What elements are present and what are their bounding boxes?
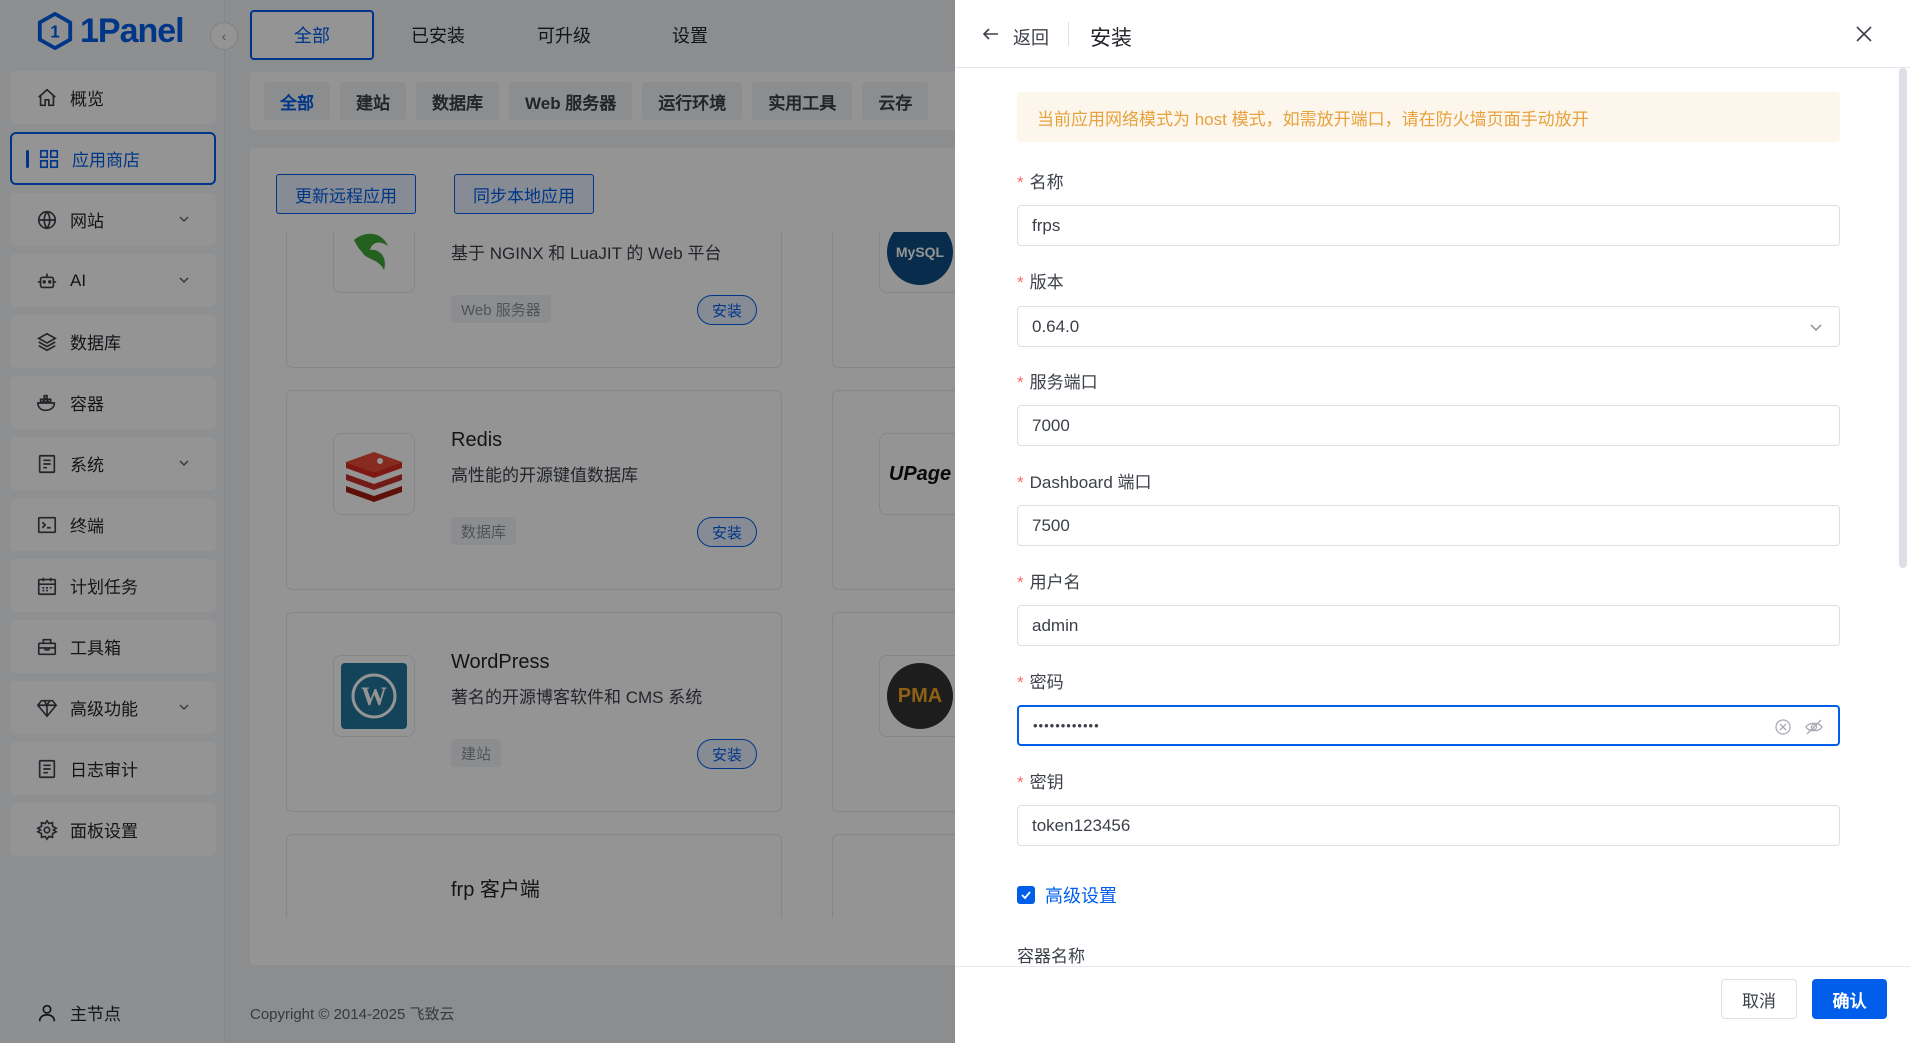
password-masked-value: •••••••••••• xyxy=(1033,718,1100,733)
host-mode-alert: 当前应用网络模式为 host 模式，如需放开端口，请在防火墙页面手动放开 xyxy=(1017,92,1840,142)
required-mark: * xyxy=(1017,273,1024,292)
close-icon[interactable] xyxy=(1854,24,1874,44)
dashboard-port-input[interactable] xyxy=(1032,515,1732,536)
service-port-label: * 服务端口 xyxy=(1017,368,1098,393)
container-name-label: 容器名称 xyxy=(1017,947,1085,966)
version-select[interactable]: 0.64.0 xyxy=(1017,306,1840,347)
password-label-text: 密码 xyxy=(1029,673,1064,692)
name-input[interactable] xyxy=(1032,215,1732,236)
eye-off-icon[interactable] xyxy=(1804,718,1824,736)
required-mark: * xyxy=(1017,673,1024,692)
token-label: * 密钥 xyxy=(1017,768,1064,793)
token-input[interactable] xyxy=(1032,815,1732,836)
service-port-label-text: 服务端口 xyxy=(1029,373,1098,392)
password-label: * 密码 xyxy=(1017,668,1064,693)
required-mark: * xyxy=(1017,473,1024,492)
drawer-scrollbar[interactable] xyxy=(1899,68,1907,568)
clear-icon[interactable] xyxy=(1774,718,1792,736)
header-divider xyxy=(1068,22,1069,46)
advanced-settings-toggle[interactable]: 高级设置 xyxy=(1017,882,1117,908)
modal-overlay[interactable] xyxy=(0,0,955,1043)
drawer-header: 返回 安装 xyxy=(955,0,1910,68)
checkmark-icon xyxy=(1021,891,1031,900)
name-label-text: 名称 xyxy=(1029,173,1064,192)
service-port-field[interactable] xyxy=(1017,405,1840,446)
required-mark: * xyxy=(1017,573,1024,592)
service-port-input[interactable] xyxy=(1032,415,1732,436)
token-label-text: 密钥 xyxy=(1029,773,1064,792)
dashboard-port-label-text: Dashboard 端口 xyxy=(1029,473,1152,492)
install-drawer: 返回 安装 当前应用网络模式为 host 模式，如需放开端口，请在防火墙页面手动… xyxy=(955,0,1910,1043)
username-label: * 用户名 xyxy=(1017,568,1081,593)
required-mark: * xyxy=(1017,173,1024,192)
name-label: * 名称 xyxy=(1017,168,1064,193)
username-input[interactable] xyxy=(1032,615,1732,636)
confirm-button[interactable]: 确认 xyxy=(1812,979,1887,1019)
advanced-settings-label: 高级设置 xyxy=(1045,886,1117,906)
dashboard-port-label: * Dashboard 端口 xyxy=(1017,468,1152,493)
version-label-text: 版本 xyxy=(1029,273,1064,292)
version-label: * 版本 xyxy=(1017,268,1064,293)
username-field[interactable] xyxy=(1017,605,1840,646)
required-mark: * xyxy=(1017,373,1024,392)
advanced-settings-checkbox[interactable] xyxy=(1017,886,1035,904)
dashboard-port-field[interactable] xyxy=(1017,505,1840,546)
arrow-left-icon[interactable] xyxy=(981,24,1001,44)
name-field[interactable] xyxy=(1017,205,1840,246)
required-mark: * xyxy=(1017,773,1024,792)
password-field[interactable]: •••••••••••• xyxy=(1017,705,1840,746)
token-field[interactable] xyxy=(1017,805,1840,846)
username-label-text: 用户名 xyxy=(1029,573,1081,592)
chevron-down-icon xyxy=(1810,324,1822,332)
cancel-button[interactable]: 取消 xyxy=(1721,979,1797,1019)
back-button[interactable]: 返回 xyxy=(1013,24,1049,50)
drawer-title: 安装 xyxy=(1090,27,1132,50)
version-value: 0.64.0 xyxy=(1032,316,1080,336)
